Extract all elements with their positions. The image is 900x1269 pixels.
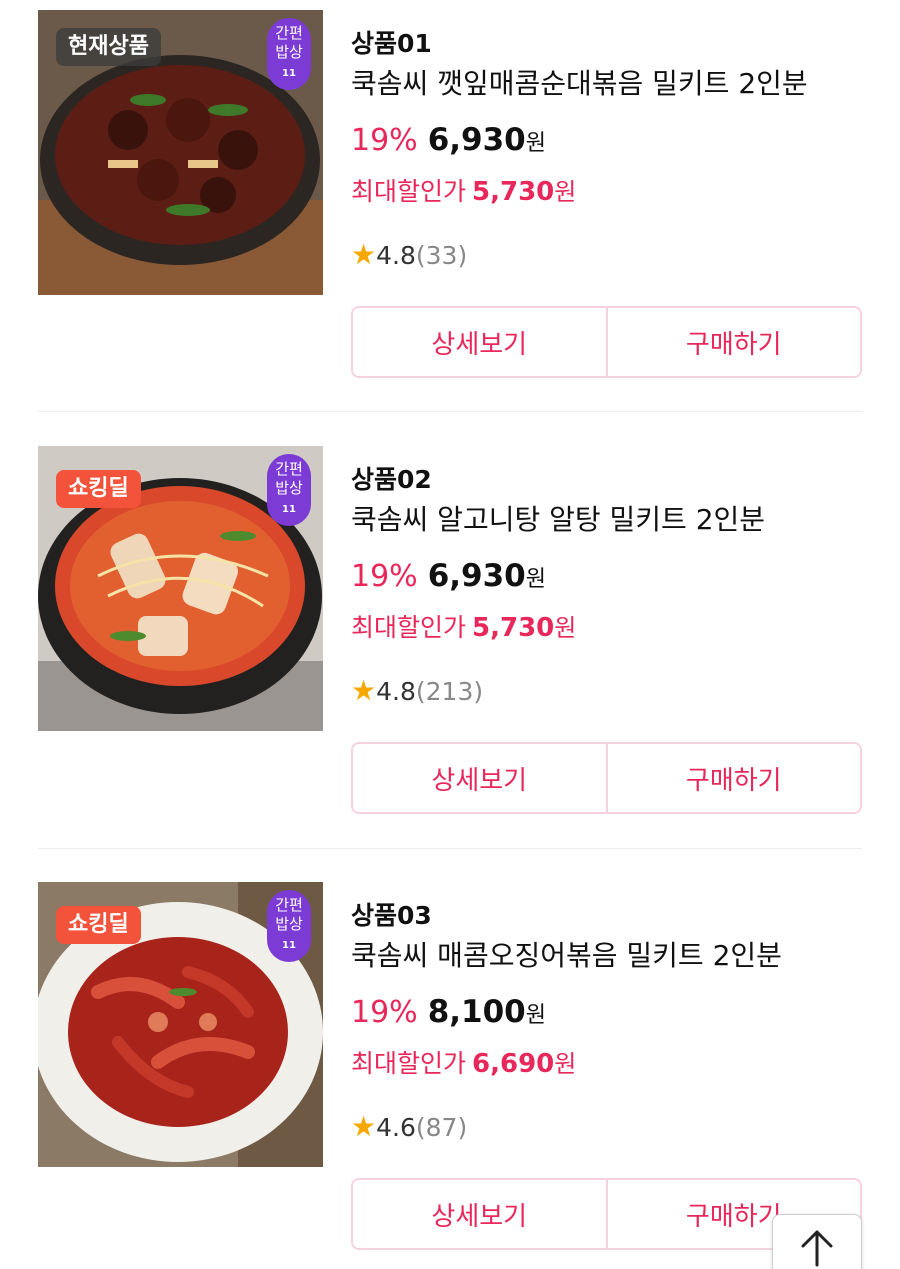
detail-button[interactable]: 상세보기 — [353, 308, 606, 376]
price-row: 19% 6,930원 — [351, 122, 546, 158]
arrow-up-icon — [801, 1230, 833, 1267]
review-count: (33) — [415, 241, 468, 270]
simple-meal-tag: 간편 밥상 11 — [267, 454, 311, 526]
sale-price: 8,100 — [427, 994, 526, 1030]
divider — [38, 411, 862, 412]
star-icon: ★ — [351, 1110, 377, 1143]
sale-price: 6,930 — [427, 122, 526, 158]
max-discount-price: 6,690 — [472, 1049, 555, 1079]
review-count: (87) — [415, 1113, 468, 1142]
rating-row: ★4.8(213) — [351, 674, 483, 707]
detail-button[interactable]: 상세보기 — [353, 744, 606, 812]
product-number: 상품01 — [351, 29, 432, 58]
max-discount-price: 5,730 — [472, 177, 555, 207]
product-card: 현재상품 간편 밥상 11 상품01 쿡솜씨 깻잎매콤순대볶음 밀키트 2인분 … — [38, 10, 862, 390]
currency-unit: 원 — [554, 1050, 577, 1078]
product-name[interactable]: 쿡솜씨 매콤오징어볶음 밀키트 2인분 — [351, 934, 782, 974]
scroll-to-top-button[interactable] — [772, 1214, 862, 1269]
max-discount-label: 최대할인가 — [351, 613, 467, 642]
shocking-deal-badge: 쇼킹딜 — [56, 470, 141, 509]
action-buttons: 상세보기 구매하기 — [351, 306, 862, 378]
shocking-deal-badge: 쇼킹딜 — [56, 906, 141, 945]
currency-unit: 원 — [554, 614, 577, 642]
discount-percent: 19% — [351, 123, 418, 158]
rating-score: 4.8 — [376, 677, 416, 706]
detail-button[interactable]: 상세보기 — [353, 1180, 606, 1248]
currency-unit: 원 — [525, 131, 546, 156]
product-number: 상품02 — [351, 465, 432, 494]
product-image[interactable]: 쇼킹딜 간편 밥상 11 — [38, 446, 323, 731]
review-count: (213) — [415, 677, 484, 706]
product-name[interactable]: 쿡솜씨 알고니탕 알탕 밀키트 2인분 — [351, 498, 765, 538]
discount-percent: 19% — [351, 559, 418, 594]
action-buttons: 상세보기 구매하기 — [351, 742, 862, 814]
buy-button[interactable]: 구매하기 — [605, 308, 860, 376]
simple-meal-tag: 간편 밥상 11 — [267, 890, 311, 962]
product-card: 쇼킹딜 간편 밥상 11 상품02 쿡솜씨 알고니탕 알탕 밀키트 2인분 19… — [38, 446, 862, 826]
11st-logo-icon: 11 — [282, 68, 296, 79]
star-icon: ★ — [351, 238, 377, 271]
max-discount-label: 최대할인가 — [351, 1049, 467, 1078]
11st-logo-icon: 11 — [282, 504, 296, 515]
product-name[interactable]: 쿡솜씨 깻잎매콤순대볶음 밀키트 2인분 — [351, 62, 808, 102]
current-product-badge: 현재상품 — [56, 28, 161, 67]
max-discount-price: 5,730 — [472, 613, 555, 643]
max-discount-row: 최대할인가 6,690원 — [351, 1044, 576, 1080]
rating-row: ★4.6(87) — [351, 1110, 467, 1143]
price-row: 19% 8,100원 — [351, 994, 546, 1030]
sale-price: 6,930 — [427, 558, 526, 594]
product-image[interactable]: 현재상품 간편 밥상 11 — [38, 10, 323, 295]
star-icon: ★ — [351, 674, 377, 707]
discount-percent: 19% — [351, 995, 418, 1030]
product-card: 쇼킹딜 간편 밥상 11 상품03 쿡솜씨 매콤오징어볶음 밀키트 2인분 19… — [38, 882, 862, 1262]
buy-button[interactable]: 구매하기 — [605, 744, 860, 812]
currency-unit: 원 — [554, 178, 577, 206]
rating-score: 4.6 — [376, 1113, 416, 1142]
rating-row: ★4.8(33) — [351, 238, 467, 271]
product-image[interactable]: 쇼킹딜 간편 밥상 11 — [38, 882, 323, 1167]
11st-logo-icon: 11 — [282, 940, 296, 951]
price-row: 19% 6,930원 — [351, 558, 546, 594]
currency-unit: 원 — [525, 567, 546, 592]
product-number: 상품03 — [351, 901, 432, 930]
max-discount-row: 최대할인가 5,730원 — [351, 172, 576, 208]
currency-unit: 원 — [525, 1003, 546, 1028]
divider — [38, 848, 862, 849]
max-discount-label: 최대할인가 — [351, 177, 467, 206]
rating-score: 4.8 — [376, 241, 416, 270]
max-discount-row: 최대할인가 5,730원 — [351, 608, 576, 644]
simple-meal-tag: 간편 밥상 11 — [267, 18, 311, 90]
